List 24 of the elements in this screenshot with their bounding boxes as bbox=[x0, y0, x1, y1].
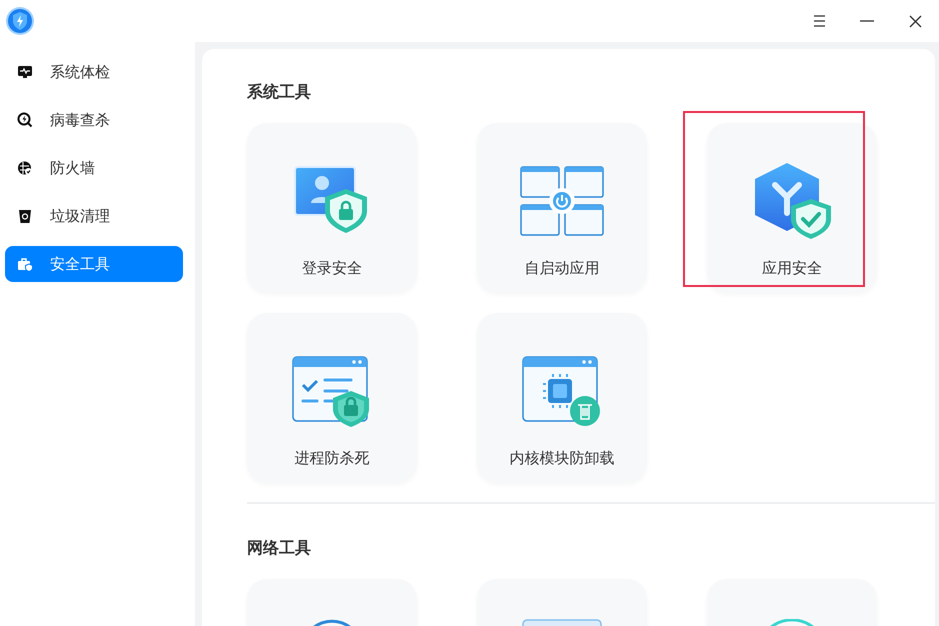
sidebar-item[interactable]: 系统体检 bbox=[5, 54, 183, 90]
tool-card[interactable]: 应用安全 bbox=[707, 123, 877, 293]
monitor-icon bbox=[17, 64, 33, 80]
minimize-icon bbox=[860, 20, 874, 22]
globe-shield-icon bbox=[17, 160, 33, 176]
menu-icon bbox=[812, 15, 826, 27]
sidebar-item[interactable]: 安全工具 bbox=[5, 246, 183, 282]
tool-card[interactable]: 自启动应用 bbox=[477, 123, 647, 293]
globe-icon bbox=[311, 619, 353, 626]
sidebar-item[interactable]: 病毒查杀 bbox=[5, 102, 183, 138]
ring-icon bbox=[768, 619, 816, 626]
panel-icon bbox=[522, 619, 602, 626]
tool-card[interactable]: 登录安全 bbox=[247, 123, 417, 293]
sidebar-item[interactable]: 垃圾清理 bbox=[5, 198, 183, 234]
toolbox-shield-icon bbox=[17, 256, 33, 272]
section-title: 系统工具 bbox=[247, 81, 312, 103]
shield-logo-icon bbox=[5, 6, 35, 36]
tool-card[interactable]: 内核模块防卸载 bbox=[477, 313, 647, 483]
section-title: 网络工具 bbox=[247, 537, 312, 559]
scan-icon bbox=[17, 112, 33, 128]
sidebar-item[interactable]: 防火墙 bbox=[5, 150, 183, 186]
bin-icon bbox=[17, 208, 33, 224]
close-icon bbox=[908, 14, 922, 28]
tool-card[interactable]: 进程防杀死 bbox=[247, 313, 417, 483]
